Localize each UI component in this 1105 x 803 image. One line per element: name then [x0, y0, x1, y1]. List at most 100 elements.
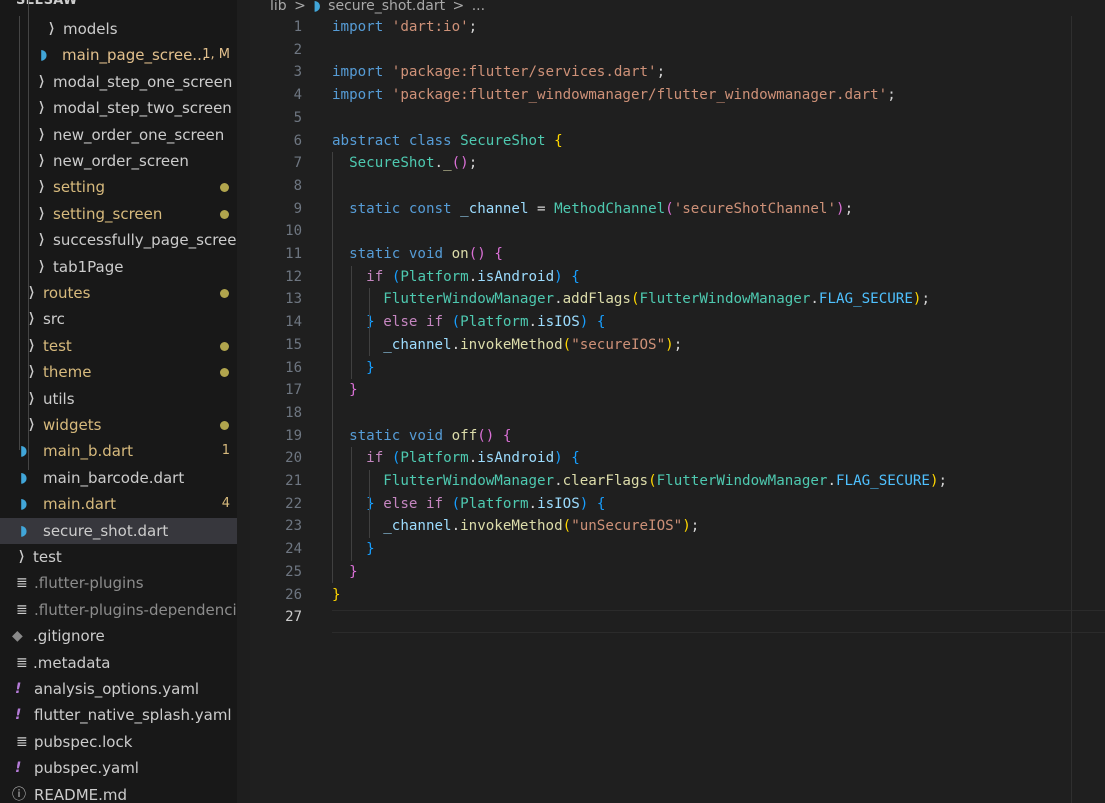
code-line[interactable]: SecureShot._(); — [332, 152, 477, 175]
sidebar-scrollbar[interactable] — [237, 0, 250, 803]
tree-file[interactable]: ≣ pubspec.lock — [0, 729, 250, 755]
line-number: 12 — [285, 268, 302, 285]
code-token: _channel — [460, 200, 529, 217]
tree-folder[interactable]: ❯ new_order_screen — [0, 148, 250, 174]
tree-folder[interactable]: ❯ test — [0, 544, 250, 570]
code-line[interactable]: static void on() { — [332, 243, 503, 266]
code-line[interactable]: } — [332, 561, 358, 584]
breadcrumb-more[interactable]: ... — [472, 0, 485, 14]
modified-dot-icon — [220, 183, 229, 192]
code-line[interactable]: } — [332, 538, 375, 561]
chevron-right-icon[interactable]: ❯ — [28, 412, 34, 438]
tree-folder[interactable]: ❯ modal_step_two_screen — [0, 95, 250, 121]
line-number: 25 — [285, 563, 302, 580]
code-line[interactable]: _channel.invokeMethod("unSecureIOS"); — [332, 515, 699, 538]
text-file-icon: ≣ — [16, 655, 28, 671]
code-line[interactable]: } — [332, 379, 358, 402]
tree-folder[interactable]: ❯ setting_screen — [0, 201, 250, 227]
tree-file[interactable]: ◗ main_page_scree... 1, M — [0, 42, 250, 68]
tree-item-label: widgets — [43, 416, 102, 434]
tree-folder[interactable]: ❯ test — [0, 333, 250, 359]
code-line[interactable]: } else if (Platform.isIOS) { — [332, 493, 605, 516]
tree-folder[interactable]: ❯ routes — [0, 280, 250, 306]
chevron-right-icon[interactable]: ❯ — [38, 254, 44, 280]
code-line[interactable]: import 'package:flutter/services.dart'; — [332, 61, 665, 84]
code-line[interactable]: import 'package:flutter_windowmanager/fl… — [332, 84, 896, 107]
tree-item-label: main_barcode.dart — [43, 469, 185, 487]
breadcrumb-folder[interactable]: lib — [270, 0, 287, 14]
breadcrumb-file[interactable]: secure_shot.dart — [328, 0, 445, 14]
chevron-right-icon[interactable]: ❯ — [48, 16, 54, 42]
code-line[interactable]: } — [332, 584, 341, 607]
tree-file[interactable]: ◆ .gitignore — [0, 623, 250, 649]
tree-file[interactable]: ! analysis_options.yaml — [0, 676, 250, 702]
code-line[interactable]: import 'dart:io'; — [332, 16, 477, 39]
chevron-right-icon[interactable]: ❯ — [38, 174, 44, 200]
code-token: ( — [665, 200, 674, 217]
chevron-right-icon[interactable]: ❯ — [28, 280, 34, 306]
dart-file-icon: ◗ — [40, 47, 48, 63]
chevron-right-icon[interactable]: ❯ — [28, 386, 34, 412]
code-token: } — [332, 586, 341, 603]
tree-file[interactable]: ! flutter_native_splash.yaml — [0, 702, 250, 728]
chevron-right-icon[interactable]: ❯ — [38, 69, 44, 95]
code-line[interactable]: FlutterWindowManager.clearFlags(FlutterW… — [332, 470, 947, 493]
code-token: ; — [673, 336, 683, 353]
dart-file-icon: ◗ — [313, 0, 321, 14]
line-number: 14 — [285, 314, 302, 331]
code-line[interactable]: abstract class SecureShot { — [332, 130, 563, 153]
tree-file[interactable]: ◗ main.dart 4 — [0, 491, 250, 517]
code-line[interactable]: if (Platform.isAndroid) { — [332, 447, 580, 470]
code-token: invokeMethod — [460, 518, 563, 535]
dart-file-icon: ◗ — [20, 443, 28, 459]
chevron-right-icon[interactable]: ❯ — [28, 306, 34, 332]
tree-item-label: secure_shot.dart — [43, 522, 169, 540]
tree-item-label: new_order_screen — [53, 152, 189, 170]
line-number: 22 — [285, 495, 302, 512]
tree-file[interactable]: ◗ secure_shot.dart — [0, 518, 250, 544]
code-line[interactable]: static const _channel = MethodChannel('s… — [332, 198, 853, 221]
code-line[interactable]: FlutterWindowManager.addFlags(FlutterWin… — [332, 288, 930, 311]
tree-file[interactable]: ≣ .metadata — [0, 650, 250, 676]
tree-item-label: main_page_scree... — [62, 46, 207, 64]
code-line[interactable]: _channel.invokeMethod("secureIOS"); — [332, 334, 682, 357]
code-token: MethodChannel — [554, 200, 666, 217]
tree-folder[interactable]: ❯ utils — [0, 386, 250, 412]
chevron-right-icon[interactable]: ❯ — [38, 201, 44, 227]
tree-folder[interactable]: ❯ new_order_one_screen — [0, 122, 250, 148]
tree-item-label: .metadata — [33, 654, 111, 672]
explorer-root-title[interactable]: SEESAW — [16, 0, 78, 13]
tree-folder[interactable]: ❯ successfully_page_screen — [0, 227, 250, 253]
tree-folder[interactable]: ❯ widgets — [0, 412, 250, 438]
tree-item-label: main.dart — [43, 495, 117, 513]
chevron-right-icon[interactable]: ❯ — [38, 148, 44, 174]
code-indent-guide — [332, 152, 333, 584]
chevron-right-icon[interactable]: ❯ — [38, 227, 44, 253]
tree-file[interactable]: ◗ main_b.dart 1 — [0, 438, 250, 464]
tree-file[interactable]: ! pubspec.yaml — [0, 755, 250, 781]
code-line[interactable]: static void off() { — [332, 425, 511, 448]
tree-file[interactable]: ≣ .flutter-plugins-dependencies — [0, 597, 250, 623]
tree-file[interactable]: ◗ main_barcode.dart — [0, 465, 250, 491]
chevron-right-icon[interactable]: ❯ — [18, 544, 24, 570]
code-token: ( — [451, 314, 461, 331]
tree-folder[interactable]: ❯ setting — [0, 174, 250, 200]
tree-item-label: setting_screen — [53, 205, 163, 223]
chevron-right-icon[interactable]: ❯ — [28, 359, 34, 385]
tree-folder[interactable]: ❯ theme — [0, 359, 250, 385]
tree-folder[interactable]: ❯ modal_step_one_screen — [0, 69, 250, 95]
tree-file[interactable]: ≣ .flutter-plugins — [0, 570, 250, 596]
tree-folder[interactable]: ❯ tab1Page — [0, 254, 250, 280]
code-line[interactable]: } — [332, 357, 375, 380]
tree-folder[interactable]: ❯ models — [0, 16, 250, 42]
chevron-right-icon[interactable]: ❯ — [28, 333, 34, 359]
code-line[interactable]: } else if (Platform.isIOS) { — [332, 311, 605, 334]
chevron-right-icon[interactable]: ❯ — [38, 122, 44, 148]
code-line[interactable]: if (Platform.isAndroid) { — [332, 266, 580, 289]
tree-file[interactable]: ⓘ README.md — [0, 782, 250, 803]
chevron-right-icon[interactable]: ❯ — [38, 95, 44, 121]
tree-folder[interactable]: ❯ src — [0, 306, 250, 332]
